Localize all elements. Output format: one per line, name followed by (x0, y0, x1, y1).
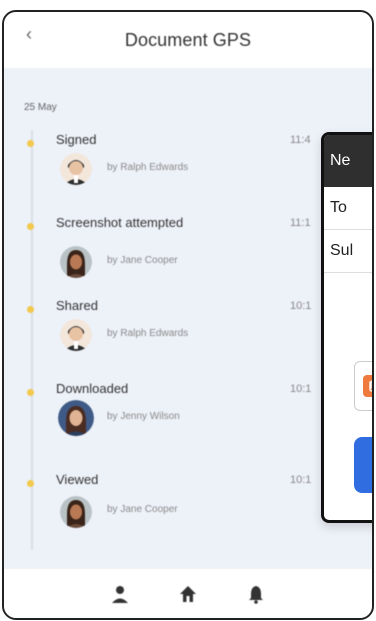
event-title: Screenshot attempted (56, 215, 184, 230)
modal-title: Ne (324, 135, 372, 187)
subject-field[interactable]: Sul (324, 230, 372, 273)
event-time: 10:1 (290, 474, 312, 486)
subject-label: Sul (330, 242, 354, 259)
timeline-dot (27, 306, 34, 313)
phone-frame: ‹ Document GPS 25 May Signed 11:4 by Ral… (2, 10, 374, 620)
new-message-modal: Ne To Sul (321, 132, 372, 523)
avatar-ralph (60, 153, 92, 185)
timeline-dot (27, 140, 34, 147)
back-chevron-icon[interactable]: ‹ (26, 24, 32, 45)
app-header: ‹ Document GPS (4, 12, 372, 68)
document-gps-screen: ‹ Document GPS 25 May Signed 11:4 by Ral… (4, 12, 372, 618)
user-icon[interactable] (109, 583, 131, 605)
event-time: 11:4 (290, 134, 311, 146)
timeline-event-downloaded[interactable]: Downloaded 10:1 by Jenny Wilson (4, 375, 372, 445)
avatar-jane (60, 246, 92, 278)
event-title: Downloaded (56, 381, 129, 396)
event-title: Signed (56, 132, 97, 147)
paperclip-icon (363, 375, 372, 397)
timeline-content: 25 May Signed 11:4 by Ralph Edwards Scre… (4, 68, 372, 568)
event-actor: by Ralph Edwards (107, 328, 189, 339)
bell-icon[interactable] (245, 583, 267, 605)
event-actor: by Jane Cooper (107, 504, 178, 515)
timeline-dot (27, 389, 34, 396)
timeline-dot (27, 480, 34, 487)
event-time: 10:1 (290, 383, 312, 395)
avatar-jenny (58, 400, 94, 436)
to-label: To (330, 199, 347, 216)
bottom-nav (4, 568, 372, 618)
event-time: 11:1 (290, 217, 311, 229)
page-title: Document GPS (124, 29, 252, 50)
timeline-event-viewed[interactable]: Viewed 10:1 by Jane Cooper (4, 466, 372, 536)
attachment-chip[interactable] (354, 361, 372, 411)
timeline-event-signed[interactable]: Signed 11:4 by Ralph Edwards (4, 126, 372, 196)
event-actor: by Jane Cooper (107, 255, 178, 266)
event-actor: by Ralph Edwards (107, 162, 189, 173)
event-actor: by Jenny Wilson (107, 411, 180, 422)
timeline-event-screenshot-attempted[interactable]: Screenshot attempted 11:1 by Jane Cooper (4, 209, 372, 279)
avatar-jane (60, 496, 92, 528)
timeline-date: 25 May (24, 102, 57, 113)
avatar-ralph (60, 319, 92, 351)
event-title: Viewed (56, 472, 99, 487)
timeline-dot (27, 223, 34, 230)
timeline-event-shared[interactable]: Shared 10:1 by Ralph Edwards (4, 292, 372, 362)
event-time: 10:1 (290, 300, 312, 312)
home-icon[interactable] (177, 583, 199, 605)
event-title: Shared (56, 298, 98, 313)
send-button[interactable] (354, 437, 372, 493)
to-field[interactable]: To (324, 187, 372, 230)
